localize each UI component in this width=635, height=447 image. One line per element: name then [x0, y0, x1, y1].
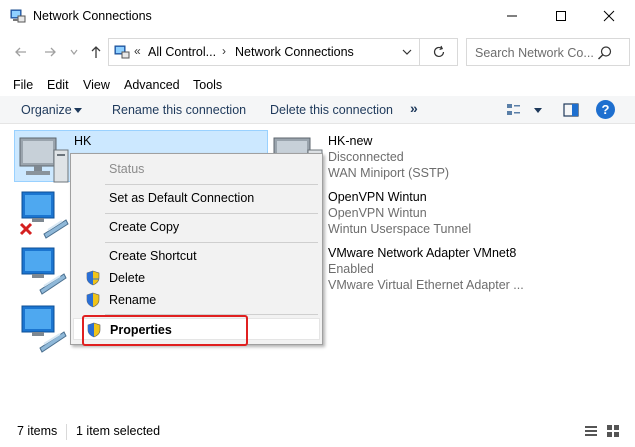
command-bar: Organize Rename this connection Delete t…: [0, 96, 635, 124]
network-adapter-icon: [21, 247, 67, 295]
refresh-button[interactable]: [420, 38, 458, 66]
context-menu-label: Status: [109, 162, 145, 176]
context-menu-separator: [105, 242, 318, 243]
close-icon: [603, 10, 615, 22]
arrow-up-icon: [91, 46, 101, 58]
status-divider: [66, 424, 67, 440]
menu-tools[interactable]: Tools: [193, 78, 222, 92]
network-connections-app-icon: [10, 9, 26, 23]
title-bar: Network Connections: [0, 0, 635, 32]
address-bar[interactable]: « All Control... › Network Connections: [108, 38, 420, 66]
search-input[interactable]: [475, 44, 593, 62]
menu-view[interactable]: View: [83, 78, 110, 92]
control-panel-icon: [114, 45, 130, 59]
context-menu-separator: [105, 213, 318, 214]
breadcrumb-network-connections[interactable]: Network Connections: [235, 45, 354, 59]
connection-name: HK: [74, 134, 92, 148]
change-view-icon[interactable]: [506, 102, 522, 118]
chevron-down-icon: [70, 49, 78, 55]
connection-status: Disconnected: [328, 150, 404, 164]
status-bar: 7 items 1 item selected: [0, 420, 635, 447]
selection-count: 1 item selected: [76, 424, 161, 438]
menu-file[interactable]: File: [13, 78, 33, 92]
menu-advanced[interactable]: Advanced: [124, 78, 180, 92]
uac-shield-icon: [86, 270, 100, 286]
up-button[interactable]: [86, 42, 106, 62]
refresh-icon: [433, 45, 444, 58]
delete-connection-button[interactable]: Delete this connection: [270, 103, 393, 117]
recent-locations-button[interactable]: [64, 42, 84, 62]
chevron-down-icon[interactable]: [400, 45, 414, 59]
menu-edit[interactable]: Edit: [47, 78, 69, 92]
breadcrumb-all-control-panel[interactable]: All Control...: [148, 45, 216, 59]
search-icon: [598, 46, 612, 60]
context-menu-label: Rename: [109, 293, 157, 307]
connection-name: HK-new: [328, 134, 373, 148]
organize-button[interactable]: Organize: [21, 103, 72, 117]
uac-shield-icon: [86, 292, 100, 308]
context-menu-create-shortcut[interactable]: Create Shortcut: [73, 245, 320, 267]
window-title: Network Connections: [33, 9, 152, 23]
organize-dropdown-icon: [74, 108, 82, 113]
minimize-button[interactable]: [489, 0, 535, 32]
context-menu-label: Set as Default Connection: [109, 191, 255, 205]
menu-bar: File Edit View Advanced Tools: [0, 74, 635, 96]
connection-name: OpenVPN Wintun: [328, 190, 427, 204]
context-menu-delete[interactable]: Delete: [73, 267, 320, 289]
maximize-icon: [556, 11, 566, 21]
connection-device: WAN Miniport (SSTP): [328, 166, 450, 180]
connection-status: Enabled: [328, 262, 374, 276]
minimize-icon: [507, 15, 517, 17]
arrow-left-icon: [15, 47, 26, 57]
maximize-button[interactable]: [538, 0, 584, 32]
context-menu-set-default[interactable]: Set as Default Connection: [73, 187, 320, 209]
search-box[interactable]: [466, 38, 630, 66]
navigation-bar: « All Control... › Network Connections: [0, 36, 635, 68]
context-menu-label: Create Copy: [109, 220, 180, 234]
context-menu-separator: [105, 184, 318, 185]
network-adapter-icon: [21, 305, 67, 353]
connection-status: OpenVPN Wintun: [328, 206, 427, 220]
close-button[interactable]: [586, 0, 632, 32]
context-menu-rename[interactable]: Rename: [73, 289, 320, 311]
breadcrumb-overflow[interactable]: «: [134, 44, 141, 58]
details-view-icon[interactable]: [584, 424, 598, 438]
context-menu-create-copy[interactable]: Create Copy: [73, 216, 320, 238]
back-button[interactable]: [11, 42, 31, 62]
context-menu-status[interactable]: Status: [73, 158, 320, 180]
breadcrumb-separator-icon: ›: [222, 44, 226, 58]
connection-name: VMware Network Adapter VMnet8: [328, 246, 517, 260]
more-commands-button[interactable]: »: [410, 100, 418, 116]
connection-device: VMware Virtual Ethernet Adapter ...: [328, 278, 524, 292]
computer-network-icon: [19, 137, 69, 183]
forward-button[interactable]: [40, 42, 60, 62]
preview-pane-icon[interactable]: [563, 102, 579, 118]
network-adapter-disconnected-icon: [19, 191, 69, 239]
rename-connection-button[interactable]: Rename this connection: [112, 103, 246, 117]
connection-device: Wintun Userspace Tunnel: [328, 222, 472, 236]
view-dropdown-icon[interactable]: [534, 108, 542, 113]
context-menu-label: Create Shortcut: [109, 249, 197, 263]
item-count: 7 items: [17, 424, 58, 438]
highlight-annotation-box: [82, 315, 248, 346]
arrow-right-icon: [45, 47, 56, 57]
large-icons-view-icon[interactable]: [606, 424, 620, 438]
context-menu-label: Delete: [109, 271, 146, 285]
help-icon[interactable]: ?: [596, 100, 615, 119]
